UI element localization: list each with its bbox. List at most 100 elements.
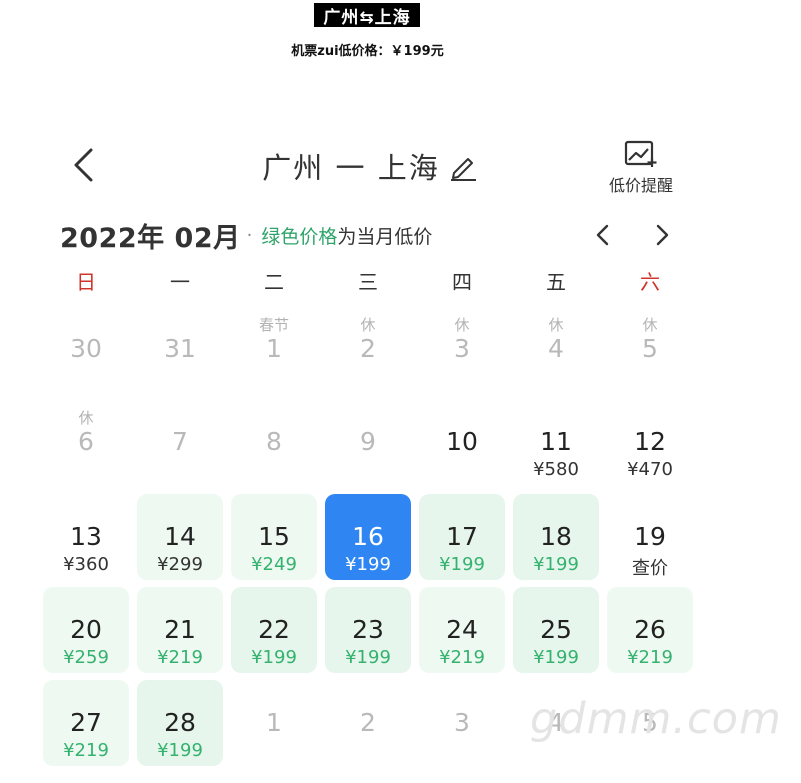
calendar-day[interactable]: 19 查价 bbox=[607, 494, 693, 580]
weekday-label: 四 bbox=[452, 270, 472, 294]
day-number: 20 bbox=[70, 615, 102, 644]
chevron-right-icon bbox=[656, 224, 669, 246]
day-number: 6 bbox=[78, 427, 94, 456]
calendar-day: 休4 bbox=[513, 306, 599, 392]
legend-green-text: 绿色价格 bbox=[261, 225, 338, 248]
calendar-day[interactable]: 11 ¥580 bbox=[513, 399, 599, 485]
day-number: 10 bbox=[446, 427, 478, 456]
calendar-day[interactable]: 10 bbox=[419, 399, 505, 485]
calendar-day: 休6 bbox=[43, 399, 129, 485]
calendar-day[interactable]: 23 ¥199 bbox=[325, 587, 411, 673]
day-price: ¥199 bbox=[533, 647, 579, 668]
calendar-day[interactable]: 14 ¥299 bbox=[137, 494, 223, 580]
day-price: ¥199 bbox=[533, 554, 579, 575]
calendar-day[interactable]: 13 ¥360 bbox=[43, 494, 129, 580]
weekday-label: 二 bbox=[264, 270, 284, 294]
calendar-day-selected[interactable]: 16 ¥199 bbox=[325, 494, 411, 580]
calendar-day[interactable]: 28 ¥199 bbox=[137, 680, 223, 766]
separator-dot: · bbox=[246, 224, 253, 246]
calendar-day: 春节 1 bbox=[231, 306, 317, 392]
day-price: ¥219 bbox=[157, 647, 203, 668]
day-number: 30 bbox=[70, 334, 102, 363]
day-number: 2 bbox=[360, 334, 376, 363]
day-number: 22 bbox=[258, 615, 290, 644]
calendar-day: 7 bbox=[137, 399, 223, 485]
holiday-tag: 休 bbox=[454, 316, 470, 334]
weekday-label: 三 bbox=[358, 270, 378, 294]
banner-title: 广州⇆上海 bbox=[314, 3, 420, 28]
day-number: 12 bbox=[634, 427, 666, 456]
day-number: 31 bbox=[164, 334, 196, 363]
edit-icon[interactable] bbox=[448, 151, 478, 181]
calendar-day[interactable]: 21 ¥219 bbox=[137, 587, 223, 673]
day-price: ¥199 bbox=[157, 740, 203, 761]
holiday-tag: 休 bbox=[548, 316, 564, 334]
calendar-day: 31 bbox=[137, 306, 223, 392]
calendar-day: 休2 bbox=[325, 306, 411, 392]
calendar-day: 8 bbox=[231, 399, 317, 485]
calendar-day[interactable]: 25 ¥199 bbox=[513, 587, 599, 673]
calendar-day[interactable]: 22 ¥199 bbox=[231, 587, 317, 673]
calendar-day[interactable]: 18 ¥199 bbox=[513, 494, 599, 580]
day-price: ¥199 bbox=[251, 647, 297, 668]
calendar-day[interactable]: 24 ¥219 bbox=[419, 587, 505, 673]
day-number: 19 bbox=[634, 522, 666, 551]
calendar-day[interactable]: 17 ¥199 bbox=[419, 494, 505, 580]
watermark: gdmm.com bbox=[530, 694, 782, 744]
day-price: ¥360 bbox=[63, 554, 109, 575]
legend-text: 为当月低价 bbox=[337, 225, 433, 248]
day-number: 21 bbox=[164, 615, 196, 644]
day-number: 27 bbox=[70, 708, 102, 737]
back-button[interactable] bbox=[66, 145, 100, 185]
calendar-day[interactable]: 26 ¥219 bbox=[607, 587, 693, 673]
prev-month-button[interactable] bbox=[585, 218, 619, 252]
day-number: 8 bbox=[266, 427, 282, 456]
day-number: 9 bbox=[360, 427, 376, 456]
next-month-button[interactable] bbox=[646, 218, 680, 252]
calendar-day[interactable]: 27 ¥219 bbox=[43, 680, 129, 766]
calendar-day: 1 bbox=[231, 680, 317, 766]
day-price: ¥219 bbox=[627, 647, 673, 668]
holiday-tag: 休 bbox=[78, 409, 94, 427]
calendar-day: 2 bbox=[325, 680, 411, 766]
holiday-tag: 春节 bbox=[258, 316, 289, 334]
banner-subtitle: 机票zui低价格：￥199元 bbox=[291, 44, 444, 59]
calendar-day[interactable]: 20 ¥259 bbox=[43, 587, 129, 673]
price-alert-label: 低价提醒 bbox=[608, 176, 673, 195]
chevron-left-icon bbox=[74, 148, 93, 182]
calendar-day: 3 bbox=[419, 680, 505, 766]
calendar-day: 30 bbox=[43, 306, 129, 392]
day-price: ¥199 bbox=[345, 647, 391, 668]
day-number: 11 bbox=[540, 427, 572, 456]
day-number: 26 bbox=[634, 615, 666, 644]
calendar-day: 休5 bbox=[607, 306, 693, 392]
day-number: 3 bbox=[454, 334, 470, 363]
weekday-label: 一 bbox=[170, 270, 190, 294]
day-price: ¥580 bbox=[533, 459, 579, 480]
price-alert-button[interactable]: 低价提醒 bbox=[596, 140, 686, 204]
holiday-tag: 休 bbox=[360, 316, 376, 334]
chart-alert-icon bbox=[624, 140, 657, 167]
day-price: ¥219 bbox=[439, 647, 485, 668]
day-number: 13 bbox=[70, 522, 102, 551]
day-price: ¥470 bbox=[627, 459, 673, 480]
day-price: ¥199 bbox=[439, 554, 485, 575]
day-price: ¥259 bbox=[63, 647, 109, 668]
day-price: ¥199 bbox=[345, 554, 391, 575]
month-label: 2022年 02月 bbox=[60, 222, 241, 254]
day-number: 18 bbox=[540, 522, 572, 551]
day-number: 1 bbox=[266, 708, 282, 737]
weekday-label: 六 bbox=[640, 270, 660, 294]
month-legend-row: 2022年 02月 · 绿色价格 为当月低价 bbox=[60, 216, 432, 254]
calendar-day[interactable]: 15 ¥249 bbox=[231, 494, 317, 580]
day-number: 4 bbox=[548, 334, 564, 363]
route-title[interactable]: 广州 一 上海 bbox=[240, 146, 500, 186]
calendar-day[interactable]: 12 ¥470 bbox=[607, 399, 693, 485]
day-price: ¥219 bbox=[63, 740, 109, 761]
day-number: 16 bbox=[352, 522, 384, 551]
weekday-label: 日 bbox=[76, 270, 96, 294]
weekday-label: 五 bbox=[546, 270, 566, 294]
chevron-left-icon bbox=[596, 224, 609, 246]
day-number: 24 bbox=[446, 615, 478, 644]
day-number: 5 bbox=[642, 334, 658, 363]
